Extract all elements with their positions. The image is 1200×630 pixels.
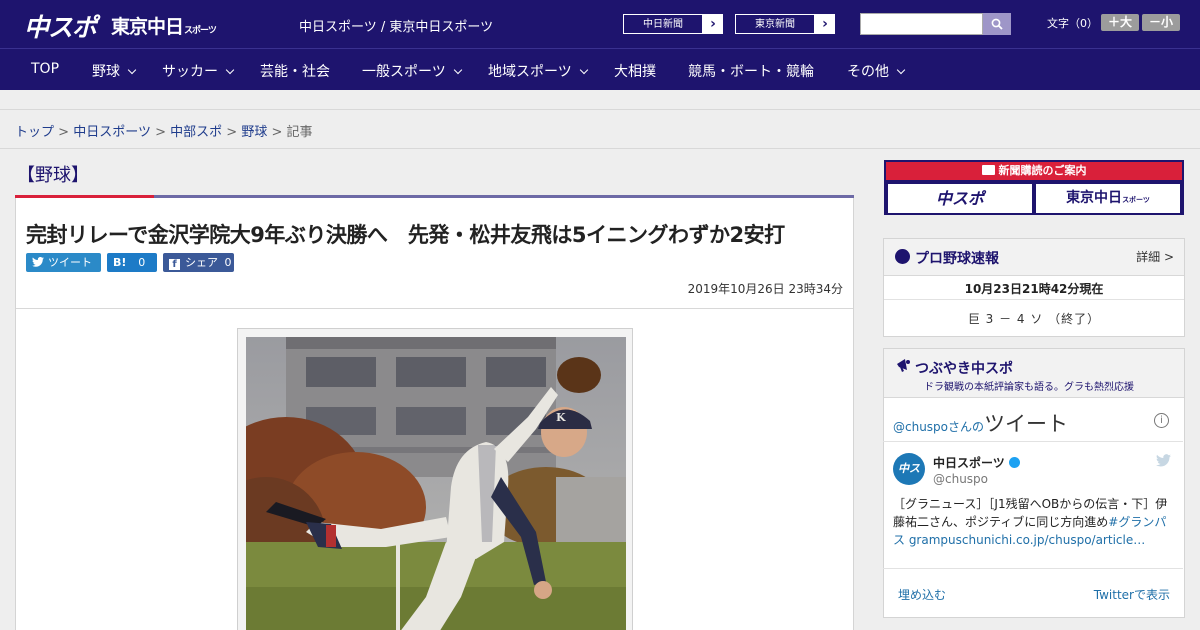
search-icon	[991, 18, 1003, 30]
pitcher-photo: K	[246, 337, 626, 630]
facebook-share-button[interactable]: f シェア 0	[163, 253, 234, 272]
twitter-card: つぶやき中スポ ドラ観戦の本紙評論家も語る。グラも熱烈応援	[883, 348, 1185, 618]
font-size-label: 文字（0）	[1047, 17, 1098, 30]
chevron-right-icon: ›	[822, 16, 828, 32]
facebook-share-count: 0	[224, 256, 232, 269]
facebook-icon: f	[169, 259, 180, 270]
paper-link-label: 中日新聞	[623, 14, 703, 34]
chevron-down-icon	[453, 65, 462, 75]
nav-item-soccer[interactable]: サッカー	[162, 61, 235, 81]
nav-item-general-sports[interactable]: 一般スポーツ	[362, 61, 462, 81]
nav-item-other[interactable]: その他	[847, 61, 906, 81]
site-name[interactable]: 中日スポーツ / 東京中日スポーツ	[299, 16, 493, 35]
megaphone-icon	[897, 359, 910, 372]
paper-link-label: 東京新聞	[735, 14, 815, 34]
hatena-bookmark-button[interactable]: B! 0	[107, 253, 157, 272]
breadcrumb-separator: >	[226, 125, 238, 140]
font-larger-button[interactable]: ＋大	[1101, 14, 1139, 31]
svg-text:K: K	[556, 411, 566, 424]
nav-label: 地域スポーツ	[488, 64, 572, 80]
subscription-banner[interactable]: 新聞購読のご案内 中スポ 東京中日スポーツ	[884, 160, 1184, 215]
font-smaller-button[interactable]: －小	[1142, 14, 1180, 31]
nav-item-racing[interactable]: 競馬・ボート・競輪	[688, 61, 814, 81]
article-card: 完封リレーで金沢学院大9年ぶり決勝へ 先発・松井友飛は5イニングわずか2安打 ツ…	[15, 198, 854, 630]
search-button[interactable]	[983, 13, 1011, 35]
breadcrumb-chubu-spo[interactable]: 中部スポ	[170, 125, 222, 140]
nav-item-local-sports[interactable]: 地域スポーツ	[488, 61, 588, 81]
nav-item-entertainment[interactable]: 芸能・社会	[260, 61, 330, 81]
breadcrumb-chunichi-sports[interactable]: 中日スポーツ	[73, 125, 151, 140]
breadcrumb: トップ > 中日スポーツ > 中部スポ > 野球 > 記事	[15, 121, 313, 140]
nav-item-baseball[interactable]: 野球	[92, 61, 137, 81]
nav-label: サッカー	[162, 64, 218, 80]
chunichi-shimbun-link[interactable]: 中日新聞 ›	[622, 13, 724, 35]
facebook-share-label: シェア	[185, 256, 218, 269]
nav-label: 一般スポーツ	[362, 64, 446, 80]
baseball-scores-title: プロ野球速報	[915, 251, 999, 267]
nav-label: 野球	[92, 64, 120, 80]
score-timestamp: 10月23日21時42分現在	[964, 282, 1104, 296]
twitter-card-header: つぶやき中スポ ドラ観戦の本紙評論家も語る。グラも熱烈応援	[884, 349, 1184, 398]
breadcrumb-separator: >	[271, 125, 283, 140]
divider	[0, 148, 1200, 149]
breadcrumb-separator: >	[155, 125, 166, 140]
chuspo-logo[interactable]: 中スポ	[24, 8, 97, 44]
chevron-down-icon	[579, 65, 588, 75]
baseball-scores-header: プロ野球速報 詳細 >	[884, 239, 1184, 276]
breadcrumb-top[interactable]: トップ	[15, 125, 54, 140]
article-photo[interactable]: K	[246, 337, 626, 630]
subscription-header-text: 新聞購読のご案内	[998, 164, 1087, 177]
top-header: 中スポ 東京中日スポーツ 中日スポーツ / 東京中日スポーツ 中日新聞 › 東京…	[0, 0, 1200, 48]
divider	[16, 308, 853, 309]
article-headline: 完封リレーで金沢学院大9年ぶり決勝へ 先発・松井友飛は5イニングわずか2安打	[26, 223, 785, 247]
divider	[884, 299, 1184, 300]
subscribe-chuspo[interactable]: 中スポ	[888, 184, 1032, 213]
newspaper-icon	[981, 165, 995, 175]
twitter-card-subtitle: ドラ観戦の本紙評論家も語る。グラも熱烈応援	[924, 382, 1134, 393]
nav-label: 大相撲	[614, 64, 656, 80]
twitter-bird-icon	[32, 256, 44, 267]
tweet-label: ツイート	[48, 256, 92, 269]
article-date: 2019年10月26日 23時34分	[687, 282, 843, 296]
search-input[interactable]	[860, 13, 983, 35]
tokyo-shimbun-link[interactable]: 東京新聞 ›	[734, 13, 836, 35]
tokyo-chunichi-logo[interactable]: 東京中日スポーツ	[111, 12, 217, 39]
game-score[interactable]: 巨 3 － 4 ソ （終了）	[884, 310, 1184, 327]
subscribe-tokyo-text: 東京中日	[1066, 190, 1123, 206]
baseball-scores-card: プロ野球速報 詳細 > 10月23日21時42分現在 巨 3 － 4 ソ （終了…	[883, 238, 1185, 337]
baseball-details-link[interactable]: 詳細 >	[1136, 248, 1174, 265]
tokyo-logo-text: 東京中日	[111, 16, 184, 38]
main-nav: TOP 野球 サッカー 芸能・社会 一般スポーツ 地域スポーツ 大相撲 競馬・ボ…	[0, 48, 1200, 90]
hatena-count: 0	[138, 256, 146, 269]
nav-label: その他	[847, 64, 889, 80]
chevron-down-icon	[127, 65, 137, 75]
tweet-button[interactable]: ツイート	[26, 253, 101, 272]
subscribe-tokyo-chunichi[interactable]: 東京中日スポーツ	[1036, 184, 1180, 213]
ad-band	[0, 90, 1200, 110]
breadcrumb-separator: >	[58, 125, 70, 140]
chevron-down-icon	[896, 65, 906, 75]
nav-item-top[interactable]: TOP	[31, 61, 59, 77]
subscribe-tokyo-sub: スポーツ	[1122, 196, 1150, 204]
subscription-header: 新聞購読のご案内	[886, 162, 1182, 180]
nav-label: 芸能・社会	[260, 64, 330, 80]
chevron-down-icon	[225, 65, 235, 75]
chevron-right-icon: ›	[710, 16, 716, 32]
nav-label: TOP	[31, 61, 60, 77]
hatena-icon: B!	[113, 256, 127, 269]
tokyo-logo-sub: スポーツ	[184, 26, 217, 36]
breadcrumb-baseball[interactable]: 野球	[241, 125, 267, 140]
nav-item-sumo[interactable]: 大相撲	[614, 61, 656, 81]
nav-label: 競馬・ボート・競輪	[688, 64, 814, 80]
breadcrumb-current: 記事	[286, 125, 313, 140]
article-category: 【野球】	[17, 165, 89, 186]
twitter-card-title: つぶやき中スポ	[915, 361, 1013, 377]
baseball-icon	[895, 249, 910, 264]
article-photo-frame: K	[237, 328, 633, 630]
